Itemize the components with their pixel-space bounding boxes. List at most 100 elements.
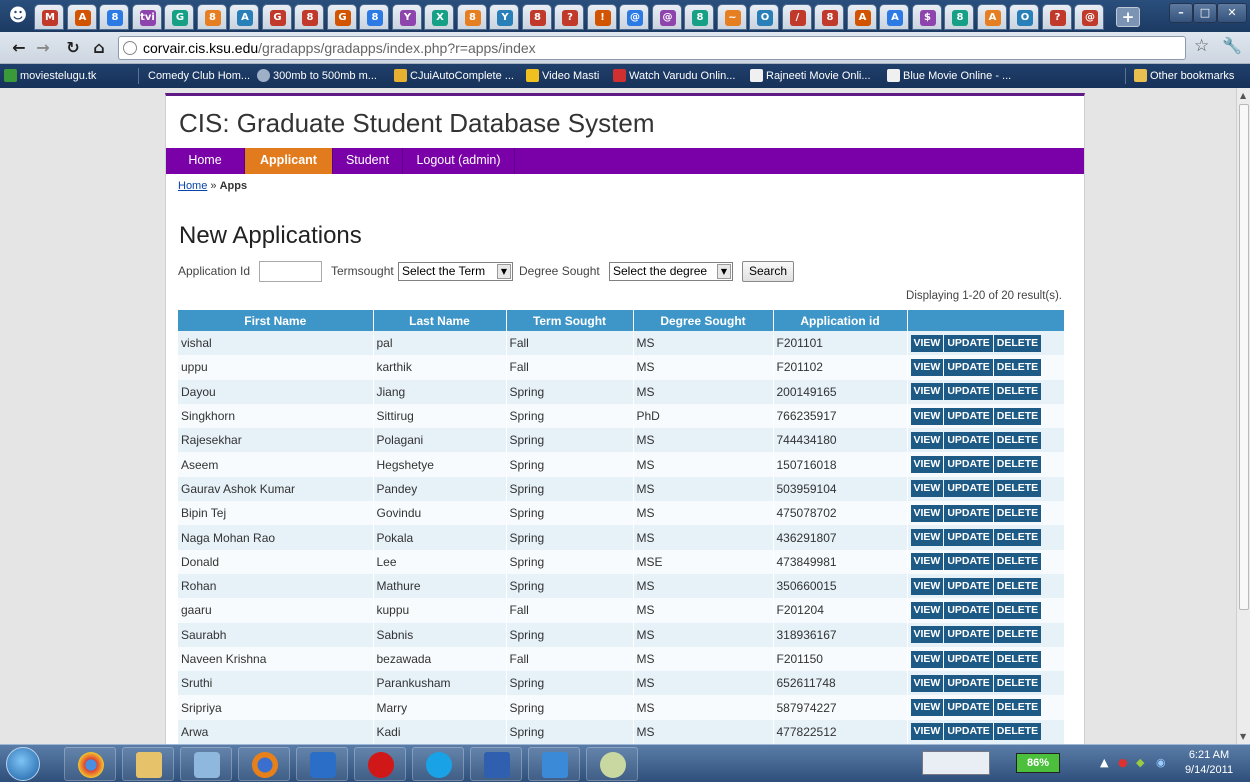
vertical-scrollbar[interactable]: ▲ ▼ xyxy=(1236,88,1250,744)
view-button[interactable]: VIEW xyxy=(910,674,944,692)
delete-button[interactable]: DELETE xyxy=(993,650,1042,668)
browser-tab[interactable]: Y xyxy=(391,4,422,30)
delete-button[interactable]: DELETE xyxy=(993,504,1042,522)
term-select[interactable]: Select the Term ▼ xyxy=(398,262,513,281)
browser-tab[interactable]: A xyxy=(66,4,97,30)
view-button[interactable]: VIEW xyxy=(910,626,944,644)
update-button[interactable]: UPDATE xyxy=(944,553,993,571)
taskbar-word-button[interactable] xyxy=(470,747,522,781)
view-button[interactable]: VIEW xyxy=(910,456,944,474)
taskbar-skype-button[interactable] xyxy=(412,747,464,781)
delete-button[interactable]: DELETE xyxy=(993,577,1042,595)
browser-tab[interactable]: @ xyxy=(651,4,682,30)
alert-icon[interactable]: ● xyxy=(1118,756,1128,769)
delete-button[interactable]: DELETE xyxy=(993,358,1042,376)
delete-button[interactable]: DELETE xyxy=(993,553,1042,571)
view-button[interactable]: VIEW xyxy=(910,650,944,668)
delete-button[interactable]: DELETE xyxy=(993,601,1042,619)
delete-button[interactable]: DELETE xyxy=(993,407,1042,425)
delete-button[interactable]: DELETE xyxy=(993,723,1042,741)
forward-button[interactable]: → xyxy=(32,37,54,59)
taskbar-chrome-button[interactable] xyxy=(64,747,116,781)
browser-tab[interactable]: 8 xyxy=(944,4,974,30)
browser-tab[interactable]: 8 xyxy=(99,4,129,30)
view-button[interactable]: VIEW xyxy=(910,529,944,547)
view-button[interactable]: VIEW xyxy=(910,431,944,449)
browser-tab[interactable]: $ xyxy=(911,4,942,30)
update-button[interactable]: UPDATE xyxy=(944,334,993,352)
taskbar-explorer-button[interactable] xyxy=(122,747,174,781)
update-button[interactable]: UPDATE xyxy=(944,626,993,644)
column-header-degree-sought[interactable]: Degree Sought xyxy=(633,310,774,331)
browser-tab[interactable]: 8 xyxy=(456,4,487,30)
view-button[interactable]: VIEW xyxy=(910,358,944,376)
new-tab-button[interactable]: + xyxy=(1116,7,1140,27)
view-button[interactable]: VIEW xyxy=(910,553,944,571)
browser-tab[interactable]: G xyxy=(261,4,292,30)
update-button[interactable]: UPDATE xyxy=(944,577,993,595)
minimize-button[interactable]: – xyxy=(1169,3,1193,23)
maximize-button[interactable]: □ xyxy=(1193,3,1217,23)
browser-tab[interactable]: X xyxy=(424,4,454,30)
battery-indicator[interactable]: 86% xyxy=(1016,753,1060,773)
browser-tab[interactable]: ~ xyxy=(716,4,747,30)
update-button[interactable]: UPDATE xyxy=(944,358,993,376)
delete-button[interactable]: DELETE xyxy=(993,699,1042,717)
browser-tab[interactable]: ? xyxy=(1041,4,1072,30)
taskbar-editor-button[interactable] xyxy=(528,747,580,781)
back-button[interactable]: ← xyxy=(8,37,30,59)
address-bar[interactable]: corvair.cis.ksu.edu/gradapps/gradapps/in… xyxy=(118,36,1186,60)
column-header-term-sought[interactable]: Term Sought xyxy=(506,310,634,331)
browser-tab[interactable]: ? xyxy=(554,4,584,30)
scroll-up-icon[interactable]: ▲ xyxy=(1240,91,1246,100)
browser-tab[interactable]: 8 xyxy=(814,4,844,30)
bookmark-item[interactable]: Rajneeti Movie Onli... xyxy=(748,64,871,88)
delete-button[interactable]: DELETE xyxy=(993,383,1042,401)
update-button[interactable]: UPDATE xyxy=(944,723,993,741)
update-button[interactable]: UPDATE xyxy=(944,674,993,692)
other-bookmarks[interactable]: Other bookmarks xyxy=(1132,64,1234,88)
browser-tab[interactable]: A xyxy=(976,4,1007,30)
network-icon[interactable]: ◆ xyxy=(1136,756,1144,769)
reload-button[interactable]: ↻ xyxy=(62,37,84,59)
taskbar-firefox-button[interactable] xyxy=(238,747,290,781)
view-button[interactable]: VIEW xyxy=(910,383,944,401)
browser-tab[interactable]: ! xyxy=(586,4,617,30)
browser-tab[interactable]: / xyxy=(781,4,812,30)
taskbar-app-button[interactable] xyxy=(354,747,406,781)
view-button[interactable]: VIEW xyxy=(910,334,944,352)
update-button[interactable]: UPDATE xyxy=(944,456,993,474)
delete-button[interactable]: DELETE xyxy=(993,456,1042,474)
browser-tab[interactable]: 8 xyxy=(359,4,389,30)
clock-date[interactable]: 9/14/2011 xyxy=(1180,764,1238,776)
bookmark-item[interactable]: Blue Movie Online - ... xyxy=(885,64,1011,88)
search-button[interactable]: Search xyxy=(742,261,794,282)
bookmark-item[interactable]: CJuiAutoComplete ... xyxy=(392,64,514,88)
menu-item-student[interactable]: Student xyxy=(333,148,403,174)
browser-tab[interactable]: Y xyxy=(489,4,519,30)
clock-time[interactable]: 6:21 AM xyxy=(1180,749,1238,761)
delete-button[interactable]: DELETE xyxy=(993,431,1042,449)
menu-item-home[interactable]: Home xyxy=(166,148,245,174)
wrench-menu-icon[interactable]: 🔧 xyxy=(1222,36,1242,55)
browser-tab[interactable]: O xyxy=(749,4,779,30)
update-button[interactable]: UPDATE xyxy=(944,529,993,547)
browser-tab[interactable]: 8 xyxy=(294,4,324,30)
browser-tab[interactable]: O xyxy=(1009,4,1039,30)
delete-button[interactable]: DELETE xyxy=(993,626,1042,644)
taskbar-media-button[interactable] xyxy=(296,747,348,781)
taskbar-paint-button[interactable] xyxy=(586,747,638,781)
taskbar-virtualbox-button[interactable] xyxy=(180,747,232,781)
update-button[interactable]: UPDATE xyxy=(944,383,993,401)
menu-item-logout[interactable]: Logout (admin) xyxy=(403,148,515,174)
view-button[interactable]: VIEW xyxy=(910,601,944,619)
bookmark-item[interactable]: moviestelugu.tk xyxy=(2,64,96,88)
view-button[interactable]: VIEW xyxy=(910,723,944,741)
view-button[interactable]: VIEW xyxy=(910,577,944,595)
update-button[interactable]: UPDATE xyxy=(944,407,993,425)
delete-button[interactable]: DELETE xyxy=(993,529,1042,547)
bookmark-item[interactable]: Video Masti xyxy=(524,64,599,88)
browser-tab[interactable]: @ xyxy=(619,4,649,30)
browser-tab[interactable]: A xyxy=(229,4,259,30)
bookmark-item[interactable]: Comedy Club Hom... xyxy=(130,64,250,88)
